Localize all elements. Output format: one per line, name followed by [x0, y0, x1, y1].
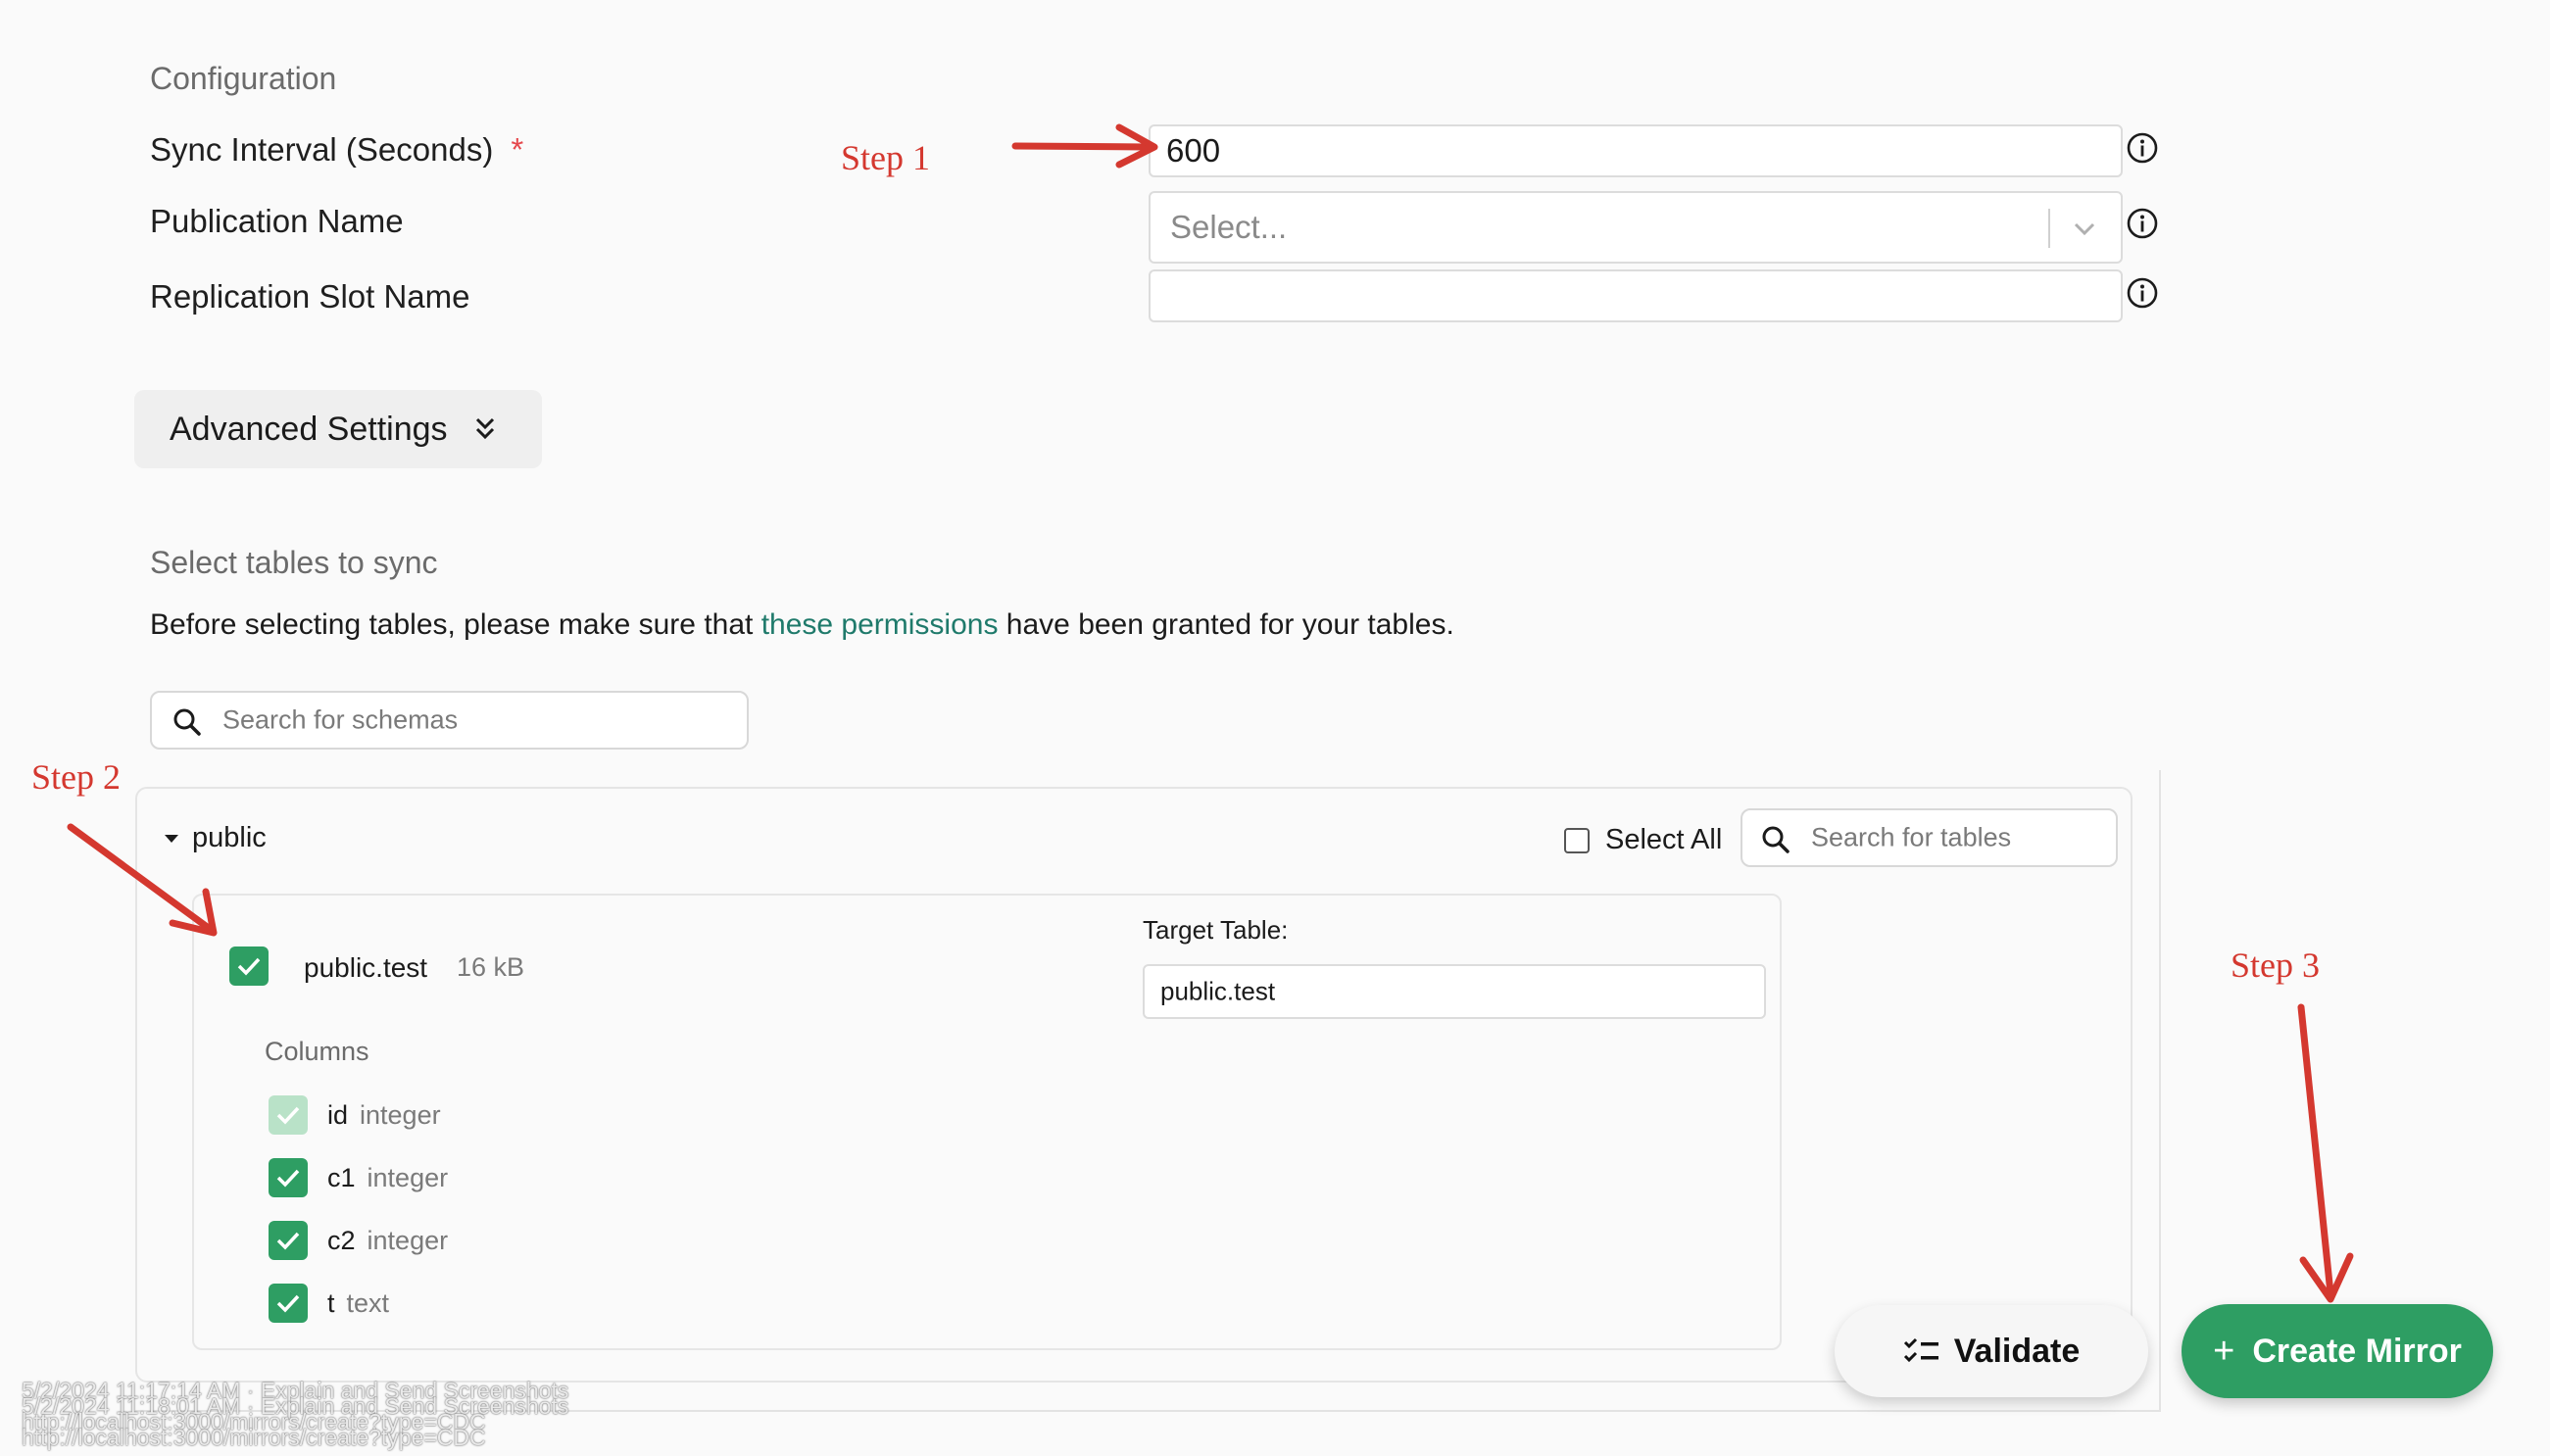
schema-search-input[interactable]: Search for schemas: [150, 691, 749, 750]
column-row-id: id integer: [269, 1095, 441, 1135]
sync-interval-label: Sync Interval (Seconds) *: [150, 131, 523, 169]
columns-label: Columns: [265, 1037, 369, 1066]
checklist-icon: [1903, 1337, 1938, 1363]
advanced-settings-label: Advanced Settings: [170, 410, 448, 448]
sync-interval-input[interactable]: 600: [1149, 124, 2123, 177]
column-row-t: t text: [269, 1284, 389, 1323]
column-checkbox-id: [269, 1095, 308, 1135]
column-name: id: [327, 1099, 349, 1130]
configuration-title: Configuration: [150, 61, 337, 96]
search-icon: [173, 708, 201, 736]
column-type: integer: [367, 1162, 449, 1192]
permissions-description: Before selecting tables, please make sur…: [150, 608, 1454, 642]
replication-slot-label: Replication Slot Name: [150, 278, 470, 315]
description-after: have been granted for your tables.: [998, 608, 1454, 641]
column-checkbox-t[interactable]: [269, 1284, 308, 1323]
publication-name-select[interactable]: Select...: [1149, 191, 2123, 264]
schema-search-placeholder: Search for schemas: [222, 704, 459, 735]
select-separator: [2048, 209, 2050, 248]
column-name: t: [327, 1287, 335, 1318]
watermark-line: http://localhost:3000/mirrors/create?typ…: [22, 1425, 486, 1450]
publication-select-placeholder: Select...: [1170, 209, 1288, 245]
column-row-c1: c1 integer: [269, 1158, 448, 1197]
validate-label: Validate: [1953, 1332, 2081, 1370]
double-chevron-down-icon: [475, 417, 494, 440]
create-mirror-label: Create Mirror: [2252, 1332, 2462, 1370]
create-mirror-button[interactable]: + Create Mirror: [2182, 1304, 2493, 1398]
target-table-input[interactable]: public.test: [1143, 964, 1766, 1019]
publication-name-label: Publication Name: [150, 203, 404, 239]
checkmark-icon: [237, 957, 261, 976]
column-type: text: [346, 1287, 390, 1318]
column-name: c2: [327, 1225, 356, 1255]
validate-button[interactable]: Validate: [1835, 1305, 2148, 1397]
advanced-settings-button[interactable]: Advanced Settings: [134, 390, 542, 468]
chevron-down-icon[interactable]: [2070, 217, 2099, 240]
step2-arrow-icon: [67, 823, 218, 937]
sync-interval-label-text: Sync Interval (Seconds): [150, 131, 494, 168]
column-type: integer: [367, 1225, 449, 1255]
step2-annotation: Step 2: [31, 757, 122, 797]
permissions-link[interactable]: these permissions: [761, 608, 999, 641]
info-icon[interactable]: [2126, 276, 2159, 310]
info-icon[interactable]: [2126, 207, 2159, 240]
column-type: integer: [360, 1099, 441, 1130]
checkmark-icon: [276, 1169, 300, 1188]
target-table-value: public.test: [1160, 976, 1276, 1006]
column-name: c1: [327, 1162, 356, 1192]
plus-icon: +: [2213, 1330, 2235, 1372]
step3-annotation: Step 3: [2231, 946, 2321, 985]
scroll-frame-right: [2159, 770, 2161, 1412]
table-card: public.test 16 kB Target Table: public.t…: [192, 894, 1782, 1350]
checkmark-icon: [276, 1294, 300, 1313]
step1-arrow-icon: [1011, 123, 1158, 169]
search-icon: [1762, 826, 1790, 853]
sync-interval-value: 600: [1166, 132, 1221, 169]
step1-annotation: Step 1: [841, 138, 931, 177]
column-checkbox-c1[interactable]: [269, 1158, 308, 1197]
step3-arrow-icon: [2297, 1003, 2354, 1303]
required-asterisk: *: [511, 131, 524, 168]
info-icon[interactable]: [2126, 131, 2159, 165]
select-all-checkbox[interactable]: [1564, 827, 1590, 853]
replication-slot-input[interactable]: [1149, 269, 2123, 322]
checkmark-icon: [276, 1232, 300, 1250]
table-checkbox[interactable]: [229, 946, 269, 986]
select-all-label: Select All: [1605, 824, 1723, 855]
column-checkbox-c2[interactable]: [269, 1221, 308, 1260]
checkmark-icon: [276, 1106, 300, 1125]
target-table-label: Target Table:: [1143, 915, 1289, 945]
table-search-input[interactable]: Search for tables: [1741, 808, 2118, 867]
tables-section-title: Select tables to sync: [150, 545, 438, 580]
table-name: public.test: [304, 952, 428, 983]
column-row-c2: c2 integer: [269, 1221, 448, 1260]
description-before: Before selecting tables, please make sur…: [150, 608, 761, 641]
select-all[interactable]: Select All: [1564, 824, 1722, 856]
table-size: 16 kB: [457, 952, 525, 982]
table-search-placeholder: Search for tables: [1811, 822, 2012, 852]
